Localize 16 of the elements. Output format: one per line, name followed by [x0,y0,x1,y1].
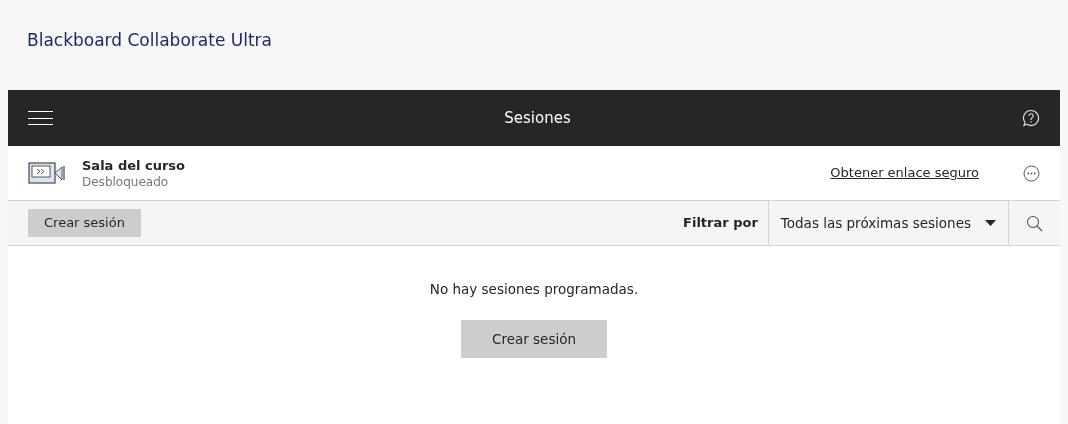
create-session-button[interactable]: Crear sesión [461,320,607,359]
room-status: Desbloqueado [82,173,170,190]
empty-message: No hay sesiones programadas. [429,280,639,299]
filter-label: Filtrar por [683,214,758,233]
header-title: Sesiones [504,107,571,129]
caret-icon [985,220,996,226]
create-session-button[interactable]: Crear sesión [28,209,141,237]
filter-dropdown[interactable]: Todas las próximas sesiones [767,201,1009,245]
video-camera-icon [28,161,67,185]
menu-icon[interactable] [28,111,53,125]
secure-link[interactable]: Obtener enlace seguro [830,163,979,183]
room-name: Sala del curso [82,156,186,174]
help-icon[interactable] [1022,109,1040,127]
more-options-icon[interactable] [1023,164,1040,182]
app-title: Blackboard Collaborate Ultra [27,29,272,52]
search-icon[interactable] [1026,214,1043,232]
